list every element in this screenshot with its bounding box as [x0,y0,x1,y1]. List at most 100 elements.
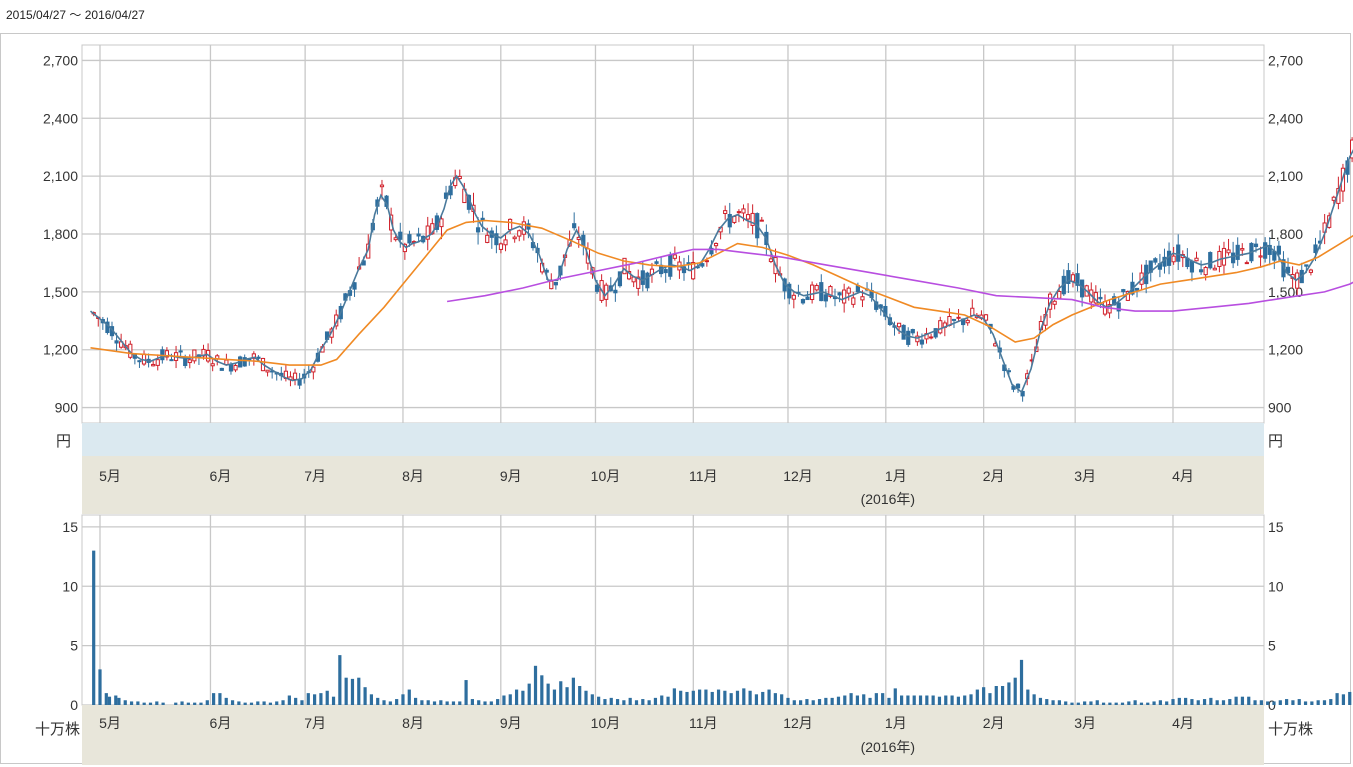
volume-bar [117,697,121,705]
volume-bar [906,695,910,705]
volume-bar [458,701,462,705]
candle-body [1240,248,1245,251]
volume-bar [1329,699,1333,705]
price-month-label: 11月 [689,468,718,484]
volume-bar [1341,694,1346,705]
volume-bar [748,690,752,705]
volume-bar [843,695,847,705]
volume-bar [1297,699,1301,705]
candle-body [498,243,504,250]
price-tick-label-left: 2,700 [43,52,78,68]
volume-bar [470,699,474,705]
candle-body [1121,289,1126,293]
candle-body [1304,264,1309,267]
price-month-label: 10月 [591,468,621,484]
candle-body [572,223,577,229]
volume-bar [1133,700,1137,705]
candle-body [1194,257,1199,262]
candle-body [741,208,746,214]
volume-unit-right: 十万株 [1268,721,1313,738]
candle-body [713,242,719,247]
volume-bar [174,702,178,705]
volume-bar [338,655,342,705]
volume-bar [155,701,159,705]
candle-body [1134,287,1140,291]
volume-bar [1240,696,1245,705]
volume-month-label: 3月 [1074,715,1096,731]
candle-body [929,336,934,339]
volume-bar [1177,697,1181,705]
volume-tick-label-left: 15 [62,519,78,535]
volume-bar [514,689,519,705]
volume-bar [180,701,184,705]
price-tick-label-left: 1,800 [43,226,78,242]
volume-bar [710,691,714,705]
volume-bar [1051,700,1055,705]
candle-body [1253,243,1259,248]
candle-body [1015,383,1021,389]
volume-bar [1146,702,1150,705]
volume-bar [92,550,96,705]
price-unit-band [82,423,1264,456]
candle-body [1212,267,1217,271]
volume-bar [107,696,112,705]
volume-bar [451,701,456,705]
volume-bar [294,697,298,705]
candle-body [398,231,403,240]
volume-month-label: 4月 [1172,715,1194,731]
volume-bar [98,669,102,705]
volume-bar [634,700,639,705]
volume-bar [1114,702,1118,705]
volume-bar [1278,700,1282,705]
volume-bar [1152,701,1156,705]
volume-bar [811,700,815,705]
candle-body [178,350,183,353]
volume-bar [849,693,853,705]
volume-bar [691,690,695,705]
volume-bar [1291,700,1295,705]
volume-bar [1038,697,1043,705]
price-month-label: 9月 [500,468,522,484]
price-tick-label-right: 2,100 [1268,168,1303,184]
candle-body [1208,252,1213,269]
volume-bar [325,690,329,705]
volume-bar [950,695,954,705]
volume-bar [931,695,935,705]
volume-bar [1000,686,1005,705]
volume-bar [1253,700,1257,705]
volume-bar [230,700,235,705]
volume-bar [805,699,809,705]
volume-bar [1171,699,1175,705]
volume-bar [1221,700,1226,705]
volume-bar [975,689,979,705]
volume-bar [590,694,594,705]
candle-body [810,284,815,300]
candle-body [1153,258,1158,263]
candle-body [1057,291,1062,299]
volume-bar [761,691,765,705]
volume-bar [786,697,790,705]
candle-body [640,270,645,285]
volume-bar [887,697,891,705]
volume-bar [243,702,247,705]
volume-bar [114,695,118,705]
volume-month-label: 10月 [591,715,621,731]
volume-bar [281,700,285,705]
volume-month-label: 8月 [402,715,424,731]
volume-bar [685,691,689,705]
volume-bar [679,690,683,705]
candle-body [233,364,238,371]
price-year-note: (2016年) [861,491,915,507]
volume-tick-label-left: 10 [62,578,78,594]
candle-body [1263,242,1268,259]
candle-body [292,372,298,380]
volume-bar [413,697,418,705]
candle-body [416,233,421,237]
volume-bar [817,699,822,705]
price-month-label: 6月 [210,468,232,484]
volume-bar [262,701,266,705]
candle-body [732,215,737,223]
volume-bar [1259,700,1263,705]
volume-bar [249,702,254,705]
candle-body [169,359,174,362]
